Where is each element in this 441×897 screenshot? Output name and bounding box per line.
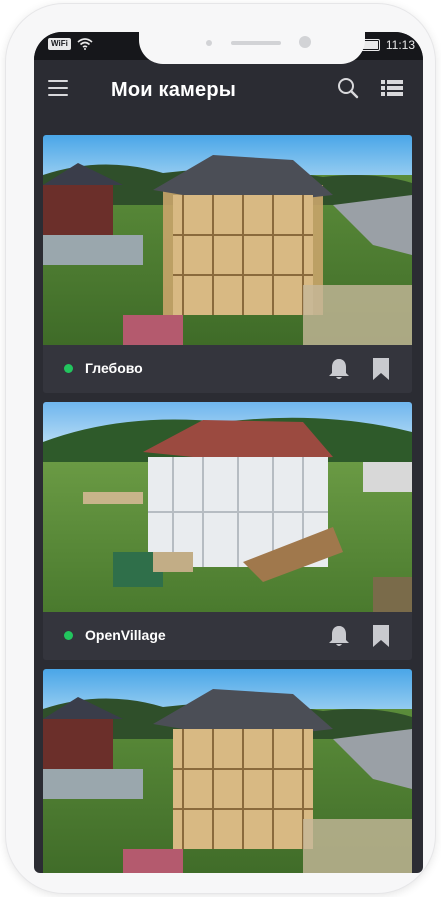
camera-name[interactable]: Глебово — [85, 360, 143, 376]
clock: 11:13 — [385, 38, 415, 52]
app-bar: Мои камеры — [34, 60, 423, 124]
wifi-calling-badge: WiFi — [48, 38, 71, 50]
bell-icon[interactable] — [328, 624, 350, 648]
camera-name[interactable]: OpenVillage — [85, 627, 166, 643]
online-status-dot — [64, 631, 73, 640]
phone-frame: WiFi % 11:13 Мои кам — [6, 4, 435, 893]
menu-icon[interactable] — [48, 80, 68, 96]
app-screen: WiFi % 11:13 Мои кам — [34, 32, 423, 873]
bell-icon[interactable] — [328, 357, 350, 381]
search-icon[interactable] — [336, 76, 360, 100]
page-title: Мои камеры — [111, 79, 237, 101]
camera-card[interactable]: OpenVillage — [43, 402, 412, 660]
earpiece-speaker — [231, 41, 281, 45]
device-notch — [139, 32, 365, 64]
camera-card-footer: Глебово — [43, 345, 412, 393]
camera-snapshot[interactable] — [43, 135, 412, 345]
wifi-icon — [77, 38, 93, 50]
camera-snapshot[interactable] — [43, 402, 412, 612]
bookmark-icon[interactable] — [372, 357, 390, 381]
online-status-dot — [64, 364, 73, 373]
camera-snapshot[interactable] — [43, 669, 412, 873]
camera-card[interactable]: Глебово — [43, 135, 412, 393]
sensor-dot — [206, 40, 212, 46]
list-view-icon[interactable] — [381, 78, 403, 98]
front-camera — [299, 36, 311, 48]
camera-card[interactable] — [43, 669, 412, 873]
camera-card-footer: OpenVillage — [43, 612, 412, 660]
bookmark-icon[interactable] — [372, 624, 390, 648]
